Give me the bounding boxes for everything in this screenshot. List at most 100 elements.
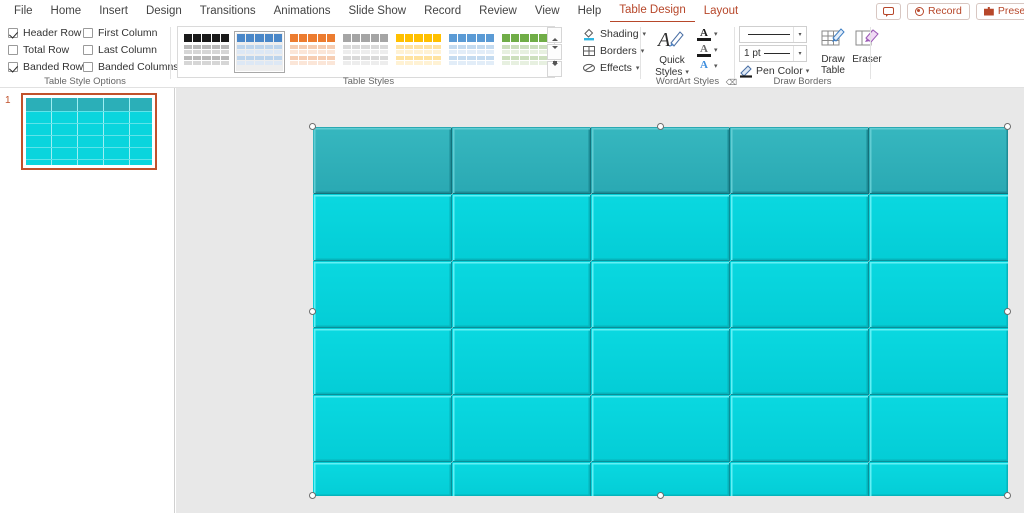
tab-table-design[interactable]: Table Design [610,0,695,23]
table-cell[interactable] [591,462,730,496]
resize-handle-bottom-left[interactable] [309,492,316,499]
text-outline-button[interactable]: A ▾ [697,42,733,58]
tab-insert[interactable]: Insert [90,1,137,22]
text-fill-button[interactable]: A ▾ [697,26,733,42]
checkbox-last-column-box[interactable] [83,45,93,55]
chevron-down-icon[interactable]: ▾ [714,30,718,38]
table-cell[interactable] [869,395,1008,463]
table-row[interactable] [313,194,1008,262]
table-cell[interactable] [591,395,730,463]
tab-help[interactable]: Help [569,1,611,22]
table-cell[interactable] [452,328,591,396]
pen-weight-dropdown[interactable]: 1 pt ▾ [739,45,807,62]
tab-record[interactable]: Record [415,1,470,22]
table-style-thumbnail-0[interactable] [181,31,232,73]
table-cell[interactable] [869,127,1008,195]
checkbox-total-row-box[interactable] [8,45,18,55]
tab-home[interactable]: Home [42,1,91,22]
eraser-button[interactable]: Eraser [845,26,889,65]
tab-animations[interactable]: Animations [265,1,340,22]
text-effects-button[interactable]: A ▾ [697,58,733,74]
table-cell[interactable] [730,194,869,262]
tab-review[interactable]: Review [470,1,526,22]
tab-layout[interactable]: Layout [695,1,748,22]
more-styles-button[interactable] [547,61,562,77]
table-cell[interactable] [313,395,452,463]
chevron-down-icon[interactable]: ▾ [714,62,718,70]
resize-handle-top-center[interactable] [656,123,664,130]
chevron-down-icon[interactable]: ▾ [636,64,640,72]
checkbox-total-row[interactable]: Total Row [8,44,69,56]
table-style-thumbnail-1[interactable] [234,31,285,73]
table-cell[interactable] [730,395,869,463]
checkbox-header-row-box[interactable] [8,28,18,38]
checkbox-last-column[interactable]: Last Column [83,44,157,56]
checkbox-banded-columns-box[interactable] [83,62,93,72]
table-cell[interactable] [313,127,452,195]
checkbox-banded-rows-box[interactable] [8,62,18,72]
scroll-down-button[interactable] [547,44,562,60]
chevron-down-icon[interactable]: ▾ [806,67,810,75]
tab-view[interactable]: View [526,1,569,22]
effects-button[interactable]: Effects ▾ [582,61,639,75]
table-cell[interactable] [730,261,869,329]
table-cell[interactable] [869,261,1008,329]
resize-handle-middle-left[interactable] [309,307,316,315]
table-styles-gallery[interactable] [177,26,555,78]
checkbox-first-column[interactable]: First Column [83,27,158,39]
present-button[interactable]: Present [975,2,1024,20]
table-cell[interactable] [313,462,452,496]
tab-transitions[interactable]: Transitions [191,1,265,22]
chevron-down-icon[interactable]: ▾ [793,27,806,42]
tab-design[interactable]: Design [137,1,191,22]
table-cell[interactable] [730,328,869,396]
resize-handle-middle-right[interactable] [1004,307,1011,315]
record-button[interactable]: Record [906,2,970,20]
table-row[interactable] [313,395,1008,463]
table-cell[interactable] [452,462,591,496]
table-cell[interactable] [452,127,591,195]
table-style-thumbnail-4[interactable] [393,31,444,73]
slide-thumbnail-1[interactable] [21,93,157,170]
table-cell[interactable] [452,261,591,329]
table-object[interactable] [309,123,1011,499]
resize-handle-top-left[interactable] [309,123,316,130]
checkbox-banded-columns[interactable]: Banded Columns [83,61,179,73]
resize-handle-top-right[interactable] [1004,123,1011,130]
checkbox-banded-rows[interactable]: Banded Rows [8,61,88,73]
tab-slide-show[interactable]: Slide Show [340,1,416,22]
table-style-thumbnail-6[interactable] [499,31,550,73]
table-cell[interactable] [591,261,730,329]
scroll-up-button[interactable] [547,27,562,43]
table-cell[interactable] [730,127,869,195]
comment-button[interactable] [875,2,901,20]
quick-styles-button[interactable]: A Quick Styles ▾ [649,27,695,78]
table-cell[interactable] [452,395,591,463]
table-row[interactable] [313,328,1008,396]
table-style-thumbnail-3[interactable] [340,31,391,73]
table-style-thumbnail-5[interactable] [446,31,497,73]
table-cell[interactable] [591,127,730,195]
chevron-down-icon[interactable]: ▾ [714,46,718,54]
table-style-thumbnail-2[interactable] [287,31,338,73]
table-cell[interactable] [591,328,730,396]
table-cell[interactable] [591,194,730,262]
chevron-down-icon[interactable]: ▾ [793,46,806,61]
borders-button[interactable]: Borders ▾ [582,44,644,58]
tab-file[interactable]: File [5,1,42,22]
table-cell[interactable] [313,194,452,262]
slide-canvas[interactable] [176,88,1024,513]
table-cell[interactable] [869,328,1008,396]
table-cell[interactable] [313,261,452,329]
checkbox-header-row[interactable]: Header Row [8,27,81,39]
shading-button[interactable]: Shading ▾ [582,27,646,41]
table-row[interactable] [313,261,1008,329]
table-cell[interactable] [313,328,452,396]
table-row[interactable] [313,462,1008,496]
table-grid[interactable] [313,127,1008,496]
pen-style-dropdown[interactable]: ▾ [739,26,807,43]
resize-handle-bottom-center[interactable] [656,492,664,499]
resize-handle-bottom-right[interactable] [1004,492,1011,499]
table-cell[interactable] [730,462,869,496]
checkbox-first-column-box[interactable] [83,28,93,38]
